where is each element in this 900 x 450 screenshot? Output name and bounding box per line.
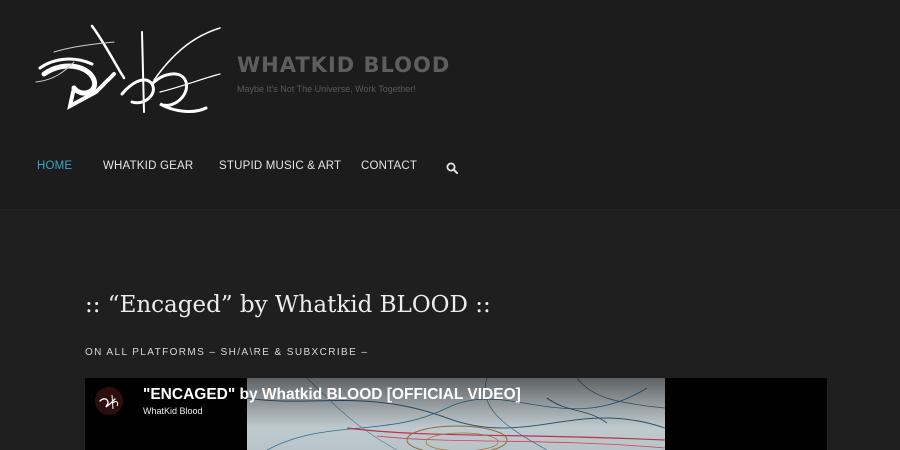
site-logo[interactable] — [34, 22, 224, 122]
header-divider — [0, 209, 900, 210]
video-embed[interactable]: "ENCAGED" by Whatkid BLOOD [OFFICIAL VID… — [85, 378, 827, 450]
site-tagline: Maybe It's Not The Universe, Work Togeth… — [237, 84, 416, 94]
video-channel-name[interactable]: WhatKid Blood — [143, 406, 203, 416]
nav-item-whatkid-gear[interactable]: WHATKID GEAR — [103, 160, 193, 172]
channel-avatar[interactable] — [95, 387, 123, 415]
search-icon[interactable] — [446, 162, 458, 174]
video-title[interactable]: "ENCAGED" by Whatkid BLOOD [OFFICIAL VID… — [143, 386, 521, 404]
nav-item-contact[interactable]: CONTACT — [361, 160, 417, 172]
channel-logo-icon — [95, 387, 123, 415]
nav-item-home[interactable]: HOME — [37, 160, 72, 172]
post-subtitle: ON ALL PLATFORMS – SH/A\RE & SUBXCRIBE – — [85, 347, 369, 358]
nav-item-stupid-music-art[interactable]: STUPID MUSIC & ART — [219, 160, 341, 172]
post-title: :: “Encaged” by Whatkid BLOOD :: — [85, 292, 491, 318]
site-title[interactable]: WHATKID BLOOD — [237, 53, 450, 77]
site-header: WHATKID BLOOD Maybe It's Not The Univers… — [0, 0, 900, 210]
